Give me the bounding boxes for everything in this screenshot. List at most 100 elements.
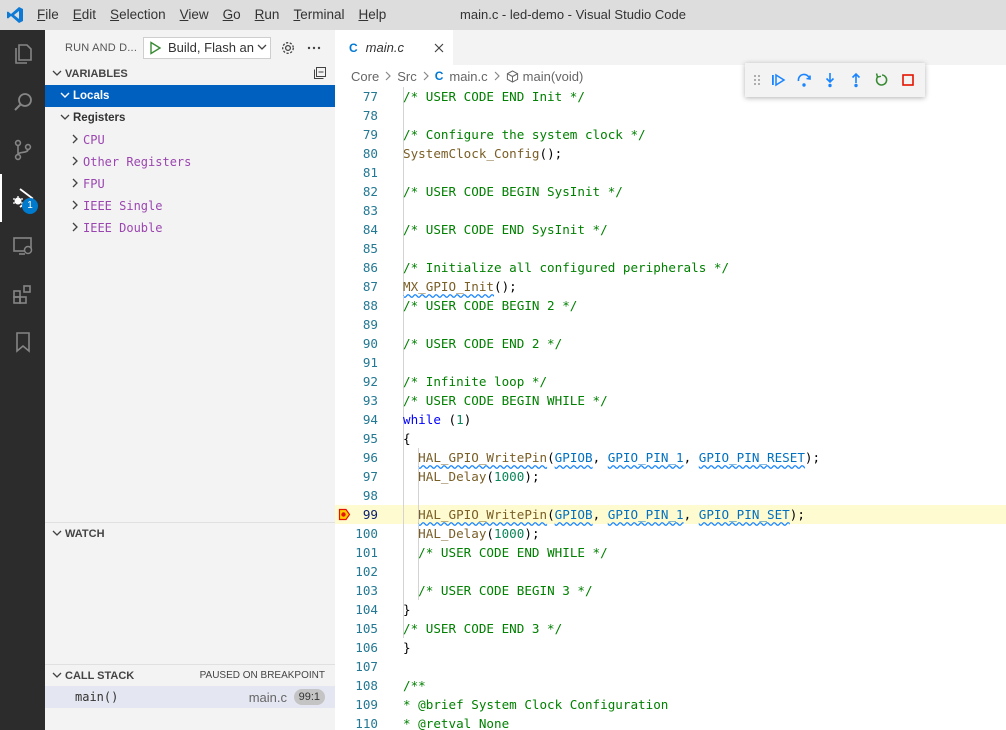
search-icon[interactable] [0, 78, 45, 126]
indent-guide [403, 353, 404, 372]
code-line[interactable]: 102 [335, 562, 1006, 581]
line-number: 109 [355, 697, 378, 712]
code-line[interactable]: 107 [335, 657, 1006, 676]
tree-item-register-group[interactable]: CPU [45, 129, 335, 151]
code-line[interactable]: 80 SystemClock_Config(); [335, 144, 1006, 163]
line-number: 103 [355, 583, 378, 598]
source-control-icon[interactable] [0, 126, 45, 174]
code-line[interactable]: 98 [335, 486, 1006, 505]
active-indicator [0, 174, 2, 222]
tree-item-register-group[interactable]: IEEE Single [45, 195, 335, 217]
run-debug-icon[interactable]: 1 [0, 174, 45, 222]
menu-label: un [264, 7, 280, 22]
code-line[interactable]: 88 /* USER CODE BEGIN 2 */ [335, 296, 1006, 315]
code-line[interactable]: 108 /** [335, 676, 1006, 695]
code-text: /* USER CODE END WHILE */ [418, 545, 608, 560]
code-text: /* USER CODE BEGIN 3 */ [418, 583, 593, 598]
line-number: 97 [362, 469, 378, 484]
breadcrumb-item[interactable]: main(void) [523, 69, 584, 84]
code-line[interactable]: 99 HAL_GPIO_WritePin(GPIOB, GPIO_PIN_1, … [335, 505, 1006, 524]
code-line[interactable]: 103 /* USER CODE BEGIN 3 */ [335, 581, 1006, 600]
code-line[interactable]: 109 * @brief System Clock Configuration [335, 695, 1006, 714]
menu-bar: File Edit Selection View Go Run Terminal Help [30, 0, 393, 30]
code-line[interactable]: 79 /* Configure the system clock */ [335, 125, 1006, 144]
call-stack-frame[interactable]: main() main.c 99:1 [45, 686, 335, 708]
line-number: 77 [362, 89, 378, 104]
indent-guide [403, 163, 404, 182]
breadcrumb-item[interactable]: Core [351, 69, 379, 84]
breadcrumb-item[interactable]: Src [397, 69, 417, 84]
close-icon[interactable] [425, 40, 453, 56]
c-file-icon: C [349, 40, 358, 55]
code-line[interactable]: 78 [335, 106, 1006, 125]
launch-config-name: Build, Flash and Debug [168, 40, 254, 55]
start-debug-icon[interactable] [148, 40, 162, 55]
code-line[interactable]: 105 /* USER CODE END 3 */ [335, 619, 1006, 638]
stop-icon[interactable] [895, 67, 921, 93]
code-line[interactable]: 96 HAL_GPIO_WritePin(GPIOB, GPIO_PIN_1, … [335, 448, 1006, 467]
watch-section-header[interactable]: WATCH [45, 522, 335, 544]
files-icon[interactable] [0, 30, 45, 78]
drag-handle-icon[interactable] [749, 67, 765, 93]
code-line[interactable]: 110 * @retval None [335, 714, 1006, 730]
tab-main-c[interactable]: C main.c [335, 30, 453, 65]
code-line[interactable]: 97 HAL_Delay(1000); [335, 467, 1006, 486]
code-line[interactable]: 84 /* USER CODE END SysInit */ [335, 220, 1006, 239]
sidebar-title: RUN AND D... [65, 41, 138, 54]
step-into-icon[interactable] [817, 67, 843, 93]
code-line[interactable]: 100 HAL_Delay(1000); [335, 524, 1006, 543]
code-line[interactable]: 106} [335, 638, 1006, 657]
tree-item-register-group[interactable]: Other Registers [45, 151, 335, 173]
line-number: 92 [362, 374, 378, 389]
line-number: 88 [362, 298, 378, 313]
code-line[interactable]: 89 [335, 315, 1006, 334]
tree-item-register-group[interactable]: FPU [45, 173, 335, 195]
menu-item[interactable]: View [173, 0, 216, 30]
line-number: 98 [362, 488, 378, 503]
menu-item[interactable]: File [30, 0, 66, 30]
gear-icon[interactable] [275, 37, 301, 59]
paused-status: PAUSED ON BREAKPOINT [199, 670, 325, 681]
remote-explorer-icon[interactable] [0, 222, 45, 270]
continue-icon[interactable] [765, 67, 791, 93]
tree-item-register-group[interactable]: IEEE Double [45, 217, 335, 239]
step-out-icon[interactable] [843, 67, 869, 93]
more-actions-icon[interactable] [301, 37, 327, 59]
chevron-down-icon [49, 67, 65, 81]
code-line[interactable]: 92 /* Infinite loop */ [335, 372, 1006, 391]
code-line[interactable]: 82 /* USER CODE BEGIN SysInit */ [335, 182, 1006, 201]
code-line[interactable]: 95 { [335, 429, 1006, 448]
code-editor[interactable]: 77 /* USER CODE END Init */ 78 79 /* Configu… [335, 87, 1006, 730]
code-line[interactable]: 104} [335, 600, 1006, 619]
bookmarks-icon[interactable] [0, 318, 45, 366]
code-line[interactable]: 93 /* USER CODE BEGIN WHILE */ [335, 391, 1006, 410]
code-text: SystemClock_Config(); [403, 146, 563, 161]
code-line[interactable]: 86 /* Initialize all configured periphera… [335, 258, 1006, 277]
breadcrumb-item[interactable]: main.c [449, 69, 487, 84]
menu-item[interactable]: Run [248, 0, 287, 30]
code-line[interactable]: 85 [335, 239, 1006, 258]
code-line[interactable]: 101 /* USER CODE END WHILE */ [335, 543, 1006, 562]
menu-item[interactable]: Go [216, 0, 248, 30]
code-line[interactable]: 91 [335, 353, 1006, 372]
call-stack-section-header[interactable]: CALL STACK PAUSED ON BREAKPOINT [45, 664, 335, 686]
menu-mnemonic: S [110, 7, 120, 22]
tree-item-locals[interactable]: Locals [45, 85, 335, 107]
menu-label: elp [368, 7, 387, 22]
collapse-all-icon[interactable] [313, 66, 327, 83]
extensions-icon[interactable] [0, 270, 45, 318]
code-line[interactable]: 90 /* USER CODE END 2 */ [335, 334, 1006, 353]
launch-config-select[interactable]: Build, Flash and Debug [143, 36, 271, 59]
menu-item[interactable]: Terminal [286, 0, 351, 30]
tree-item-registers[interactable]: Registers [45, 107, 335, 129]
step-over-icon[interactable] [791, 67, 817, 93]
code-line[interactable]: 83 [335, 201, 1006, 220]
menu-item[interactable]: Help [351, 0, 393, 30]
variables-section-header[interactable]: VARIABLES [45, 63, 335, 85]
code-line[interactable]: 94 while (1) [335, 410, 1006, 429]
menu-item[interactable]: Selection [103, 0, 173, 30]
menu-item[interactable]: Edit [66, 0, 103, 30]
code-line[interactable]: 87 MX_GPIO_Init(); [335, 277, 1006, 296]
code-line[interactable]: 81 [335, 163, 1006, 182]
restart-icon[interactable] [869, 67, 895, 93]
